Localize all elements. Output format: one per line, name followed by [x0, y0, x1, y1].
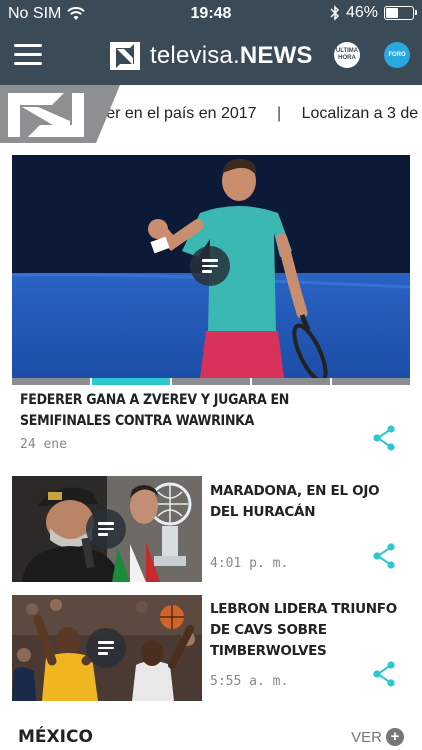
hero-headline[interactable]: FEDERER GANA A ZVEREV Y JUGARA EN SEMIFI… — [20, 390, 350, 432]
article-thumbnail[interactable] — [12, 595, 202, 701]
section-title: MÉXICO — [18, 727, 93, 747]
carousel-dot[interactable] — [12, 378, 90, 385]
see-more-link[interactable]: VER + — [351, 728, 404, 746]
hero-date: 24 ene — [20, 437, 67, 452]
status-right: 46% — [330, 4, 417, 22]
ticker-separator: | — [277, 105, 282, 122]
hero-image[interactable] — [12, 155, 410, 378]
foro-tv-button[interactable]: FORO — [384, 42, 410, 68]
ticker-item[interactable]: Localizan a 3 de — [302, 105, 419, 122]
share-icon[interactable] — [372, 543, 396, 569]
article-headline[interactable]: MARADONA, EN EL OJO DEL HURACÁN — [210, 481, 410, 523]
televisa-n-logo-icon — [110, 42, 140, 70]
carousel-dot[interactable] — [252, 378, 330, 385]
carousel-dot-active[interactable] — [92, 378, 170, 385]
article-headline[interactable]: LEBRON LIDERA TRIUNFO DE CAVS SOBRE TIMB… — [210, 599, 410, 662]
carousel-dot[interactable] — [332, 378, 410, 385]
article-time: 5:55 a. m. — [210, 674, 289, 689]
ticker-logo-icon — [0, 85, 120, 143]
carousel-dot[interactable] — [172, 378, 250, 385]
article-type-icon — [86, 628, 126, 668]
share-icon[interactable] — [372, 425, 396, 451]
menu-button[interactable] — [14, 44, 42, 66]
article-thumbnail[interactable] — [12, 476, 202, 582]
brand-name: televisa.NEWS — [150, 42, 313, 69]
ultima-hora-button[interactable]: ULTIMA HORA — [334, 42, 360, 68]
battery-percent: 46% — [345, 4, 378, 21]
see-more-label: VER — [351, 728, 382, 746]
share-icon[interactable] — [372, 661, 396, 687]
article-type-icon — [190, 246, 230, 286]
battery-icon — [384, 6, 417, 20]
brand-logo[interactable]: televisa.NEWS — [108, 40, 313, 72]
status-bar: No SIM 19:48 46% — [0, 0, 422, 28]
hero-carousel-indicator — [12, 378, 410, 385]
plus-icon: + — [386, 728, 404, 746]
article-type-icon — [86, 509, 126, 549]
article-time: 4:01 p. m. — [210, 556, 289, 571]
app-header: televisa.NEWS ULTIMA HORA FORO — [0, 28, 422, 85]
ticker-track: reer en el país en 2017 | Localizan a 3 … — [92, 105, 418, 123]
bluetooth-icon — [330, 5, 340, 21]
